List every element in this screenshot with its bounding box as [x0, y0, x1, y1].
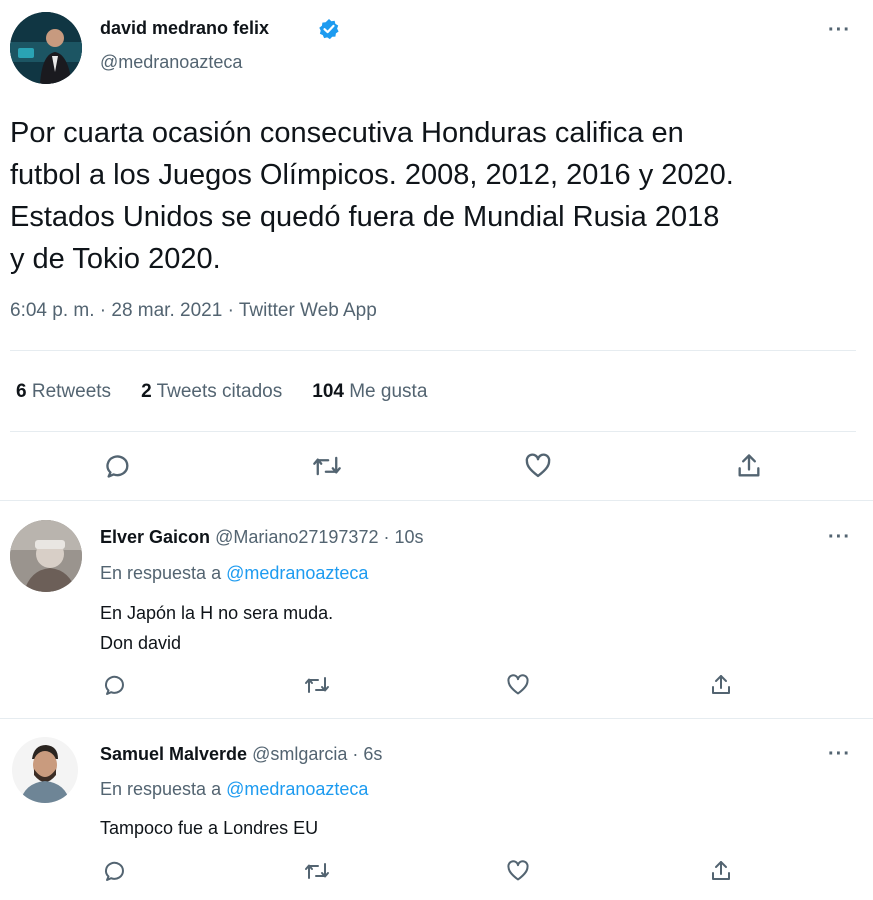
- avatar[interactable]: [10, 520, 82, 592]
- retweets-stat[interactable]: 6 Retweets: [16, 381, 111, 403]
- likes-stat[interactable]: 104 Me gusta: [312, 381, 427, 403]
- reply-header: Elver Gaicon @Mariano27197372 · 10s: [100, 527, 424, 548]
- more-icon[interactable]: ···: [828, 744, 851, 764]
- tweet-stats: 6 Retweets 2 Tweets citados 104 Me gusta: [16, 381, 427, 403]
- reply-prefix: En respuesta a: [100, 779, 222, 799]
- author-handle[interactable]: @smlgarcia: [252, 744, 347, 764]
- divider: [0, 718, 873, 719]
- reply-header: Samuel Malverde @smlgarcia · 6s: [100, 744, 382, 765]
- reply-text-line: Tampoco fue a Londres EU: [100, 818, 319, 838]
- tweet-text: Por cuarta ocasión consecutiva Honduras …: [10, 112, 734, 280]
- reply-text-line: En Japón la H no sera muda.: [100, 603, 334, 623]
- mention-link[interactable]: @medranoazteca: [226, 779, 368, 799]
- share-button[interactable]: [706, 670, 736, 700]
- share-button[interactable]: [729, 448, 769, 484]
- retweet-button[interactable]: [307, 448, 347, 484]
- reply-button[interactable]: [100, 856, 130, 886]
- more-icon[interactable]: ···: [828, 527, 851, 547]
- more-icon[interactable]: ···: [828, 20, 851, 40]
- mention-link[interactable]: @medranoazteca: [226, 563, 368, 583]
- reply-context: En respuesta a @medranoazteca: [100, 779, 368, 800]
- author-name[interactable]: david medrano felix: [100, 18, 269, 39]
- like-icon: [507, 860, 529, 881]
- reply-text: En Japón la H no sera muda. Don david: [100, 598, 333, 658]
- author-name[interactable]: Elver Gaicon: [100, 527, 210, 547]
- divider: [10, 431, 856, 432]
- verified-badge-icon: [318, 18, 340, 40]
- share-button[interactable]: [706, 856, 736, 886]
- retweet-icon: [305, 677, 329, 693]
- retweet-icon: [305, 863, 329, 879]
- tweet-timestamp[interactable]: 6:04 p. m. · 28 mar. 2021 · Twitter Web …: [10, 300, 377, 322]
- reply-text-line: Don david: [100, 633, 182, 653]
- like-icon: [507, 674, 529, 695]
- tweet-time[interactable]: · 10s: [383, 527, 423, 547]
- tweet-text-line: futbol a los Juegos Olímpicos. 2008, 201…: [10, 159, 734, 191]
- reply-button[interactable]: [98, 448, 138, 484]
- share-icon: [712, 675, 730, 694]
- reply-icon: [106, 455, 129, 478]
- like-icon: [525, 453, 551, 478]
- tweet-time[interactable]: · 6s: [352, 744, 382, 764]
- quote-tweets-stat[interactable]: 2 Tweets citados: [141, 381, 282, 403]
- reply-text: Tampoco fue a Londres EU: [100, 814, 318, 842]
- share-icon: [712, 861, 730, 880]
- author-handle[interactable]: @medranoazteca: [100, 52, 242, 73]
- retweet-button[interactable]: [302, 856, 332, 886]
- reply-icon: [105, 861, 124, 881]
- divider: [0, 500, 873, 501]
- reply-context: En respuesta a @medranoazteca: [100, 563, 368, 584]
- avatar[interactable]: [10, 12, 82, 84]
- author-handle[interactable]: @Mariano27197372: [215, 527, 378, 547]
- tweet-text-line: y de Tokio 2020.: [10, 243, 221, 275]
- tweet-text-line: Por cuarta ocasión consecutiva Honduras …: [10, 117, 684, 149]
- reply-button[interactable]: [100, 670, 130, 700]
- avatar[interactable]: [12, 737, 78, 803]
- like-button[interactable]: [503, 856, 533, 886]
- share-icon: [738, 454, 760, 477]
- reply-prefix: En respuesta a: [100, 563, 222, 583]
- like-button[interactable]: [518, 448, 558, 484]
- like-button[interactable]: [503, 670, 533, 700]
- retweet-icon: [313, 456, 341, 476]
- retweet-button[interactable]: [302, 670, 332, 700]
- reply-icon: [105, 675, 124, 695]
- author-name[interactable]: Samuel Malverde: [100, 744, 247, 764]
- divider: [10, 350, 856, 351]
- tweet-text-line: Estados Unidos se quedó fuera de Mundial…: [10, 201, 720, 233]
